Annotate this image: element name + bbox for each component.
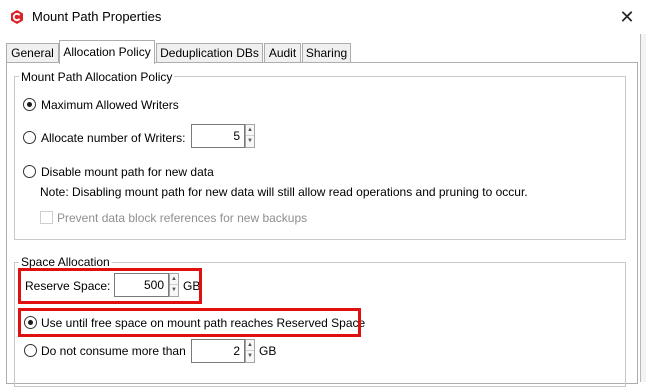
tab-audit[interactable]: Audit — [264, 43, 301, 63]
close-icon[interactable]: ✕ — [613, 4, 641, 30]
consume-spin-buttons: ▲ ▼ — [245, 339, 255, 363]
spin-down-icon[interactable]: ▼ — [246, 136, 254, 147]
tab-sharing[interactable]: Sharing — [302, 43, 351, 63]
writers-input[interactable]: 5 — [191, 124, 245, 148]
space-allocation-legend: Space Allocation — [19, 255, 112, 269]
writers-stepper: 5 ▲ ▼ — [191, 124, 257, 148]
max-writers-label: Maximum Allowed Writers — [41, 98, 179, 112]
allocation-policy-legend: Mount Path Allocation Policy — [19, 70, 175, 84]
tab-strip: General Allocation Policy Deduplication … — [6, 40, 638, 64]
writers-spin-buttons: ▲ ▼ — [245, 124, 255, 148]
tab-deduplication-dbs[interactable]: Deduplication DBs — [156, 43, 263, 63]
app-logo-icon — [9, 9, 25, 25]
allocate-writers-label: Allocate number of Writers: — [41, 131, 186, 145]
tab-allocation-policy[interactable]: Allocation Policy — [59, 40, 155, 64]
allocate-writers-radio[interactable] — [23, 131, 36, 144]
spin-up-icon[interactable]: ▲ — [246, 340, 254, 351]
right-edge-scrollbar[interactable] — [640, 34, 646, 382]
consume-unit: GB — [259, 344, 277, 358]
disable-note-text: Note: Disabling mount path for new data … — [40, 185, 528, 199]
window-title: Mount Path Properties — [32, 9, 162, 24]
title-bar: Mount Path Properties ✕ — [0, 0, 646, 34]
highlight-box-use-until — [18, 308, 361, 337]
spin-up-icon[interactable]: ▲ — [246, 125, 254, 136]
prevent-block-references-checkbox[interactable] — [40, 211, 53, 224]
do-not-consume-radio[interactable] — [24, 344, 37, 357]
do-not-consume-label: Do not consume more than — [41, 344, 186, 358]
prevent-block-references-label: Prevent data block references for new ba… — [57, 211, 308, 225]
consume-limit-input[interactable]: 2 — [191, 339, 245, 363]
mount-path-properties-dialog: Mount Path Properties ✕ General Allocati… — [0, 0, 646, 387]
highlight-box-reserve-space — [18, 268, 202, 304]
disable-mount-path-label: Disable mount path for new data — [41, 165, 214, 179]
consume-limit-stepper: 2 ▲ ▼ — [191, 339, 257, 363]
tab-general[interactable]: General — [6, 43, 59, 63]
disable-mount-path-radio[interactable] — [23, 165, 36, 178]
max-writers-radio[interactable] — [23, 98, 36, 111]
spin-down-icon[interactable]: ▼ — [246, 351, 254, 362]
